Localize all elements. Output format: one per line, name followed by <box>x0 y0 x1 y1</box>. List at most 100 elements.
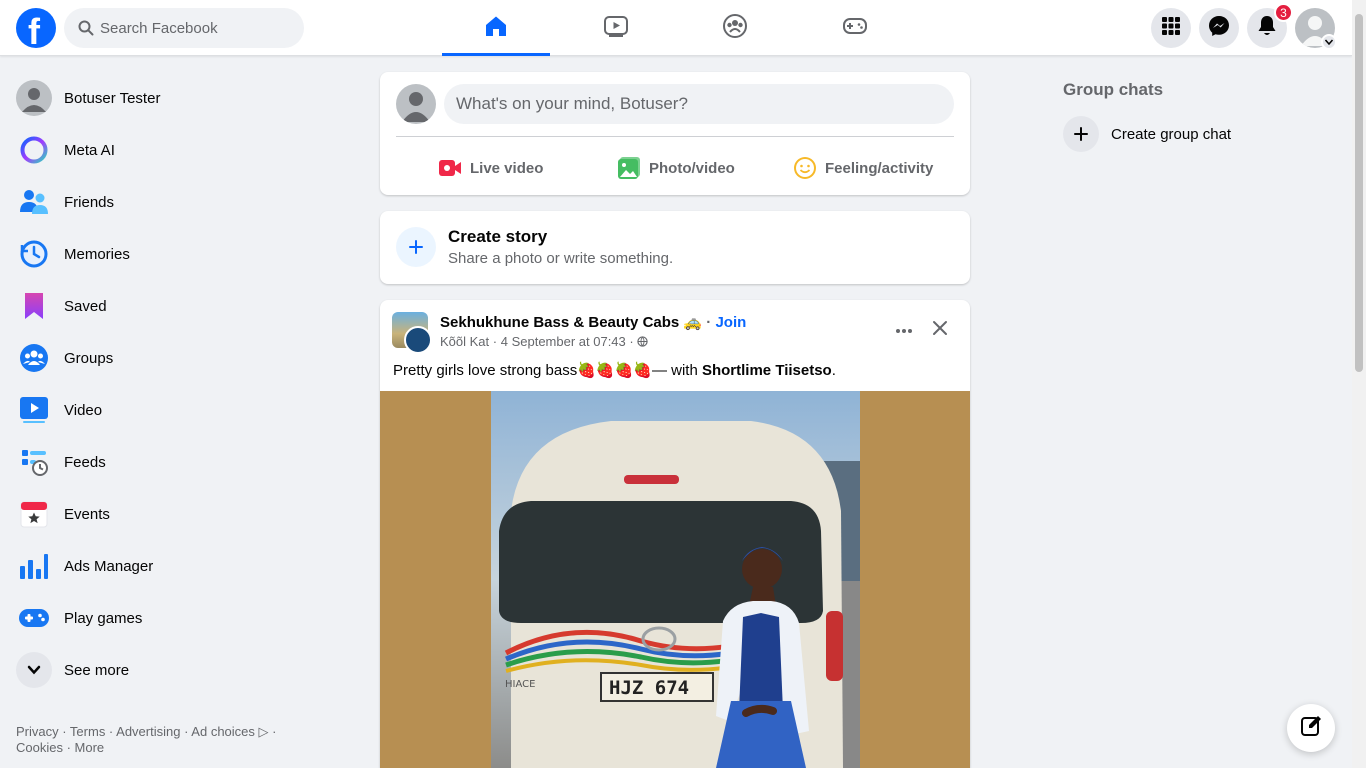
sidebar-item-label: Ads Manager <box>64 557 154 575</box>
groups-icon <box>722 13 748 44</box>
plus-icon <box>1063 116 1099 152</box>
join-group-link[interactable]: Join <box>715 314 746 331</box>
new-message-button[interactable] <box>1287 704 1335 752</box>
plus-icon[interactable] <box>396 227 436 267</box>
photo-video-button[interactable]: Photo/video <box>617 148 735 188</box>
grid-menu-icon <box>1161 16 1181 41</box>
create-group-chat-label: Create group chat <box>1111 125 1232 143</box>
create-story-card[interactable]: Create story Share a photo or write some… <box>380 211 970 284</box>
events-icon <box>16 496 52 532</box>
create-story-title: Create story <box>448 227 548 246</box>
saved-icon <box>16 288 52 324</box>
sidebar-item-label: Video <box>64 401 103 419</box>
author-avatar[interactable] <box>404 326 432 354</box>
tagged-user-link[interactable]: Shortlime Tiisetso <box>702 362 832 379</box>
sidebar-item-label: Saved <box>64 297 107 315</box>
chevron-down-icon[interactable] <box>1321 34 1337 50</box>
sidebar-item-memories[interactable]: Memories <box>8 228 348 280</box>
more-options-button[interactable] <box>888 314 920 346</box>
scrollbar[interactable] <box>1352 0 1366 768</box>
sidebar-item-profile[interactable]: Botuser Tester <box>8 72 348 124</box>
globe-icon <box>637 334 649 349</box>
sidebar-item-groups[interactable]: Groups <box>8 332 348 384</box>
search-box[interactable] <box>64 8 304 48</box>
live-video-icon <box>438 156 462 180</box>
notification-count-badge: 3 <box>1274 3 1293 22</box>
license-plate-text: HJZ 674 <box>609 677 689 699</box>
sidebar-item-label: Events <box>64 505 110 523</box>
smiley-icon <box>793 156 817 180</box>
sidebar-item-friends[interactable]: Friends <box>8 176 348 228</box>
feeling-activity-button[interactable]: Feeling/activity <box>793 148 933 188</box>
post-timestamp[interactable]: 4 September at 07:43 <box>501 334 626 349</box>
sidebar-item-ads-manager[interactable]: Ads Manager <box>8 540 348 592</box>
search-input[interactable] <box>100 19 290 37</box>
separator-dot: · <box>492 334 501 349</box>
tab-home[interactable] <box>442 0 550 56</box>
group-avatar[interactable] <box>392 312 432 354</box>
tab-gaming[interactable] <box>801 0 909 56</box>
group-name-link[interactable]: Sekhukhune Bass & Beauty Cabs 🚕 <box>440 314 702 331</box>
sidebar-item-label: Friends <box>64 193 115 211</box>
sidebar-item-video[interactable]: Video <box>8 384 348 436</box>
home-icon <box>484 14 508 43</box>
friends-icon <box>16 184 52 220</box>
whats-on-your-mind-input[interactable]: What's on your mind, Botuser? <box>444 84 954 124</box>
gaming-icon <box>842 15 868 42</box>
sidebar-item-see-more[interactable]: See more <box>8 644 348 696</box>
post-photo[interactable]: HJZ 674 HIACE <box>491 391 860 768</box>
post-media[interactable]: HJZ 674 HIACE <box>380 391 970 768</box>
post-caption: Pretty girls love strong bass🍓🍓🍓🍓— with … <box>393 361 836 379</box>
footer-links[interactable]: Privacy · Terms · Advertising · Ad choic… <box>16 724 316 756</box>
sidebar-item-saved[interactable]: Saved <box>8 280 348 332</box>
feed-post: Sekhukhune Bass & Beauty Cabs 🚕 · Join K… <box>380 300 970 768</box>
group-chats-title: Group chats <box>1063 80 1164 99</box>
sidebar-item-label: Memories <box>64 245 130 263</box>
play-games-icon <box>16 600 52 636</box>
ellipsis-icon <box>895 321 913 339</box>
create-group-chat-button[interactable]: Create group chat <box>1063 116 1231 152</box>
photo-video-label: Photo/video <box>649 159 735 177</box>
video-icon <box>603 14 629 43</box>
menu-button[interactable] <box>1151 8 1191 48</box>
sidebar-item-events[interactable]: Events <box>8 488 348 540</box>
feeling-activity-label: Feeling/activity <box>825 159 934 177</box>
notifications-button[interactable]: 3 <box>1247 3 1293 48</box>
tab-groups[interactable] <box>681 0 789 56</box>
author-name-link[interactable]: Kõõl Kat <box>440 334 489 349</box>
sidebar-item-label: Meta AI <box>64 141 115 159</box>
left-sidebar: Botuser Tester Meta AI Friends Memories … <box>8 72 348 696</box>
sidebar-item-feeds[interactable]: Feeds <box>8 436 348 488</box>
meta-ai-icon <box>16 132 52 168</box>
sidebar-item-meta-ai[interactable]: Meta AI <box>8 124 348 176</box>
compose-icon <box>1300 715 1322 742</box>
divider <box>396 136 954 137</box>
scrollbar-thumb[interactable] <box>1355 14 1363 372</box>
hide-post-button[interactable] <box>924 314 956 346</box>
messenger-icon <box>1208 15 1230 42</box>
photo-icon <box>617 156 641 180</box>
avatar <box>16 80 52 116</box>
footer-line[interactable]: Privacy · Terms · Advertising · Ad choic… <box>16 724 316 740</box>
bell-icon <box>1257 15 1277 42</box>
facebook-logo[interactable]: f <box>16 8 56 48</box>
van-brand-text: HIACE <box>505 679 535 690</box>
memories-icon <box>16 236 52 272</box>
tab-video[interactable] <box>562 0 670 56</box>
post-header: Sekhukhune Bass & Beauty Cabs 🚕 · Join <box>440 313 746 331</box>
sidebar-item-label: Groups <box>64 349 114 367</box>
footer-line[interactable]: Cookies · More <box>16 740 316 756</box>
sidebar-item-label: Play games <box>64 609 143 627</box>
live-video-button[interactable]: Live video <box>438 148 543 188</box>
avatar[interactable] <box>396 84 436 124</box>
sidebar-item-play-games[interactable]: Play games <box>8 592 348 644</box>
post-meta: Kõõl Kat · 4 September at 07:43 · <box>440 334 649 349</box>
caption-text: Pretty girls love strong bass🍓🍓🍓🍓— with <box>393 362 702 379</box>
caption-end: . <box>831 362 836 379</box>
top-navigation-bar: f 3 <box>0 0 1352 56</box>
close-icon <box>932 320 948 341</box>
create-story-subtitle: Share a photo or write something. <box>448 250 674 267</box>
messenger-button[interactable] <box>1199 8 1239 48</box>
sidebar-item-label: Feeds <box>64 453 106 471</box>
chevron-down-icon <box>16 652 52 688</box>
